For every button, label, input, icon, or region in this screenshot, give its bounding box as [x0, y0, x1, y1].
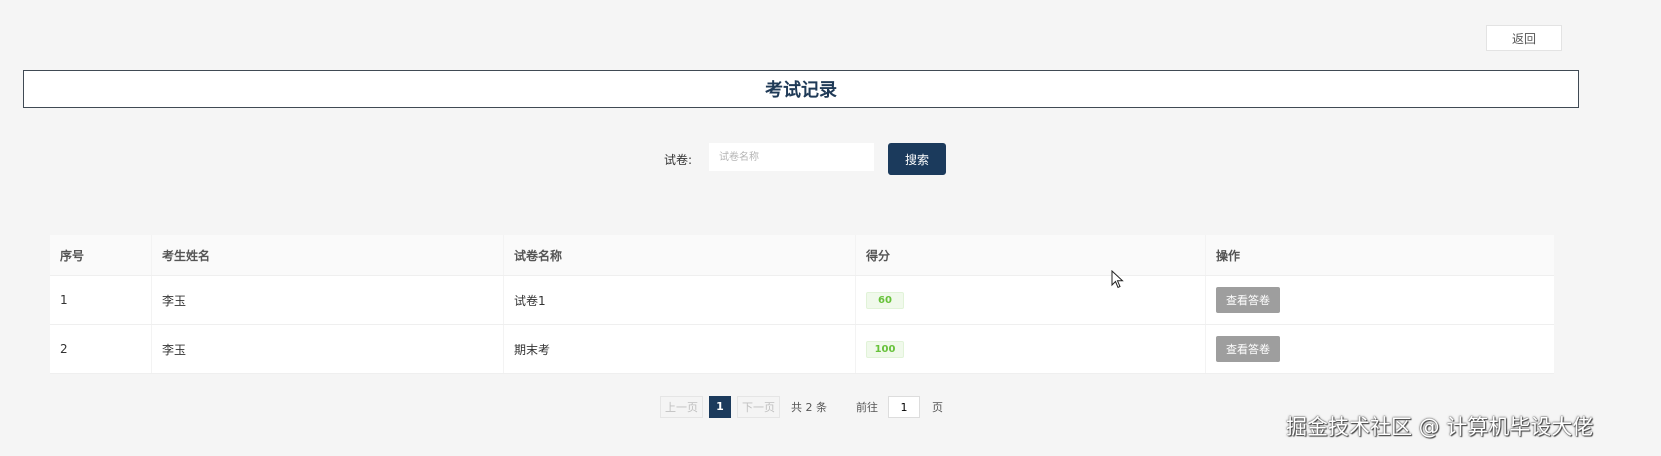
next-page-button[interactable]: 下一页 [737, 396, 780, 418]
search-button[interactable]: 搜索 [888, 143, 946, 175]
table-header-row: 序号 考生姓名 试卷名称 得分 操作 [50, 235, 1554, 276]
back-button[interactable]: 返回 [1486, 25, 1562, 51]
row-index: 1 [50, 276, 152, 324]
score-badge: 100 [866, 340, 904, 358]
prev-page-button[interactable]: 上一页 [660, 396, 703, 418]
page-number-current[interactable]: 1 [709, 396, 731, 418]
total-count: 共 2 条 [791, 401, 827, 414]
row-student-name: 李玉 [152, 325, 504, 373]
score-badge: 60 [866, 291, 904, 309]
search-input[interactable] [709, 143, 874, 171]
column-header-score: 得分 [856, 235, 1206, 275]
row-paper-name: 期末考 [504, 325, 856, 373]
row-paper-name: 试卷1 [504, 276, 856, 324]
row-score-cell: 60 [856, 276, 1206, 324]
goto-page-input[interactable] [888, 396, 920, 418]
page-title: 考试记录 [765, 80, 837, 101]
exam-records-table: 序号 考生姓名 试卷名称 得分 操作 1 李玉 试卷1 60 查看答卷 2 李玉… [50, 235, 1554, 374]
search-label: 试卷: [664, 153, 693, 167]
column-header-index: 序号 [50, 235, 152, 275]
goto-label: 前往 [856, 401, 878, 414]
page-title-box: 考试记录 [23, 70, 1579, 108]
page-suffix: 页 [932, 401, 943, 414]
column-header-name: 考生姓名 [152, 235, 504, 275]
view-answers-button[interactable]: 查看答卷 [1216, 336, 1280, 362]
table-row: 2 李玉 期末考 100 查看答卷 [50, 325, 1554, 374]
row-index: 2 [50, 325, 152, 373]
row-action-cell: 查看答卷 [1206, 325, 1554, 373]
table-row: 1 李玉 试卷1 60 查看答卷 [50, 276, 1554, 325]
mouse-cursor-icon [1111, 270, 1124, 289]
row-student-name: 李玉 [152, 276, 504, 324]
watermark: 掘金技术社区 @ 计算机毕设大佬 [1286, 415, 1594, 439]
row-action-cell: 查看答卷 [1206, 276, 1554, 324]
column-header-action: 操作 [1216, 248, 1241, 263]
row-score-cell: 100 [856, 325, 1206, 373]
view-answers-button[interactable]: 查看答卷 [1216, 287, 1280, 313]
column-header-paper: 试卷名称 [504, 235, 856, 275]
pagination: 上一页 1 下一页 共 2 条 前往 页 [660, 396, 943, 418]
